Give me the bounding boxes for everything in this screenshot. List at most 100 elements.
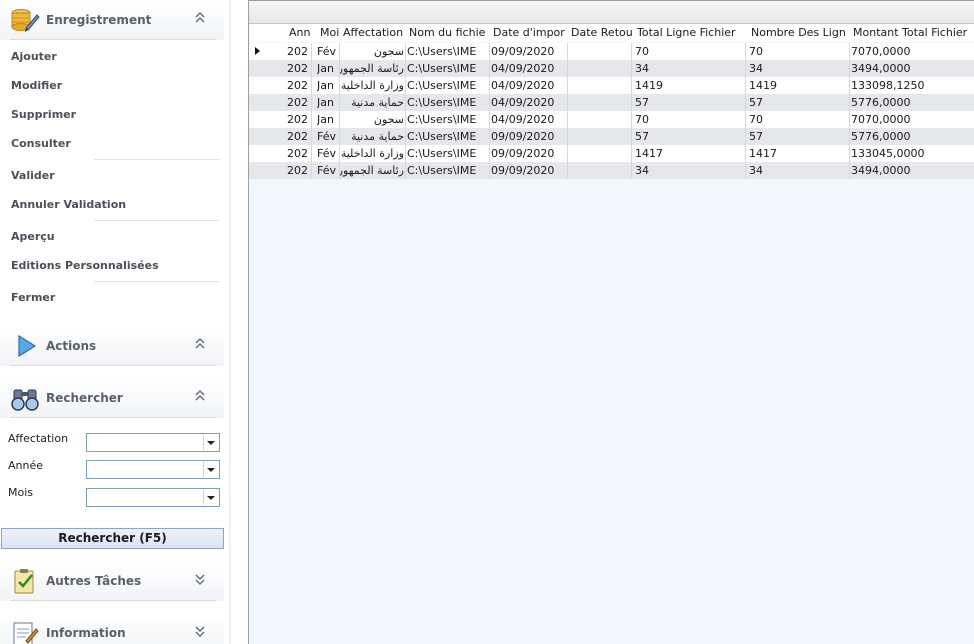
cell-nom-fichier[interactable]: C:\Users\IME (407, 113, 487, 127)
group-by-panel[interactable] (249, 0, 974, 24)
cell-total-ligne[interactable]: 34 (635, 62, 745, 76)
cell-montant-total[interactable]: 5776,0000 (851, 96, 973, 110)
cell-nom-fichier[interactable]: C:\Users\IME (407, 62, 487, 76)
cell-affectation[interactable]: رئاسة الجمهورية (340, 62, 404, 76)
cell-date-import[interactable]: 04/09/2020 (491, 62, 567, 76)
cell-date-retour[interactable] (569, 130, 631, 144)
cell-montant-total[interactable]: 7070,0000 (851, 113, 973, 127)
column-header-nombre-lignes[interactable]: Nombre Des Lign (751, 26, 851, 40)
menu-fermer[interactable]: Fermer (11, 291, 55, 304)
cell-date-retour[interactable] (569, 96, 631, 110)
section-header-enregistrement[interactable]: Enregistrement (0, 0, 224, 40)
data-grid[interactable]: Ann Moi Affectation Nom du fichie Date d… (248, 0, 974, 644)
chevron-down-icon[interactable] (203, 462, 218, 477)
cell-date-import[interactable]: 09/09/2020 (491, 147, 567, 161)
cell-nom-fichier[interactable]: C:\Users\IME (407, 130, 487, 144)
cell-montant-total[interactable]: 3494,0000 (851, 62, 973, 76)
menu-modifier[interactable]: Modifier (11, 79, 62, 92)
menu-supprimer[interactable]: Supprimer (11, 108, 76, 121)
cell-affectation[interactable]: وزارة الداخلية (340, 79, 404, 93)
cell-date-retour[interactable] (569, 79, 631, 93)
table-row[interactable]: 202 Fév وزارة الداخلية C:\Users\IME 09/09/20… (249, 145, 974, 162)
collapse-chevron-icon[interactable] (194, 389, 206, 405)
cell-annee[interactable]: 202 (287, 147, 311, 161)
cell-montant-total[interactable]: 5776,0000 (851, 130, 973, 144)
cell-mois[interactable]: Jan (317, 113, 339, 127)
cell-nom-fichier[interactable]: C:\Users\IME (407, 164, 487, 178)
cell-montant-total[interactable]: 3494,0000 (851, 164, 973, 178)
pane-splitter[interactable] (229, 0, 231, 644)
menu-annuler-validation[interactable]: Annuler Validation (11, 198, 126, 211)
column-header-total-ligne[interactable]: Total Ligne Fichier (637, 26, 747, 40)
table-row[interactable]: 202 Janرئاسة الجمهوريةC:\Users\IME 04/09/2… (249, 60, 974, 77)
cell-mois[interactable]: Jan (317, 96, 339, 110)
cell-annee[interactable]: 202 (287, 62, 311, 76)
menu-ajouter[interactable]: Ajouter (11, 50, 57, 63)
cell-montant-total[interactable]: 7070,0000 (851, 45, 973, 59)
menu-consulter[interactable]: Consulter (11, 137, 71, 150)
cell-nombre-lignes[interactable]: 57 (749, 130, 849, 144)
table-row[interactable]: 202 Févرئاسة الجمهوريةC:\Users\IME 09/09/2… (249, 162, 974, 179)
cell-total-ligne[interactable]: 57 (635, 96, 745, 110)
cell-nombre-lignes[interactable]: 1417 (749, 147, 849, 161)
cell-date-import[interactable]: 09/09/2020 (491, 45, 567, 59)
cell-date-import[interactable]: 04/09/2020 (491, 79, 567, 93)
mois-combo[interactable] (86, 488, 220, 507)
cell-affectation[interactable]: حماية مدنية (340, 96, 404, 110)
cell-nombre-lignes[interactable]: 70 (749, 45, 849, 59)
menu-valider[interactable]: Valider (11, 169, 55, 182)
table-row[interactable]: 202 Fév سجون C:\Users\IME 09/09/2020 70 70 7070… (249, 43, 974, 60)
cell-affectation[interactable]: سجون (340, 45, 404, 59)
cell-nom-fichier[interactable]: C:\Users\IME (407, 79, 487, 93)
chevron-down-icon[interactable] (203, 490, 218, 505)
cell-mois[interactable]: Jan (317, 62, 339, 76)
section-header-information[interactable]: Information (0, 613, 224, 644)
column-header-nom-fichier[interactable]: Nom du fichie (409, 26, 489, 40)
cell-nom-fichier[interactable]: C:\Users\IME (407, 96, 487, 110)
cell-affectation[interactable]: حماية مدنية (340, 130, 404, 144)
table-row[interactable]: 202 Jan وزارة الداخلية C:\Users\IME 04/09/20… (249, 77, 974, 94)
cell-mois[interactable]: Fév (317, 45, 339, 59)
cell-nom-fichier[interactable]: C:\Users\IME (407, 45, 487, 59)
cell-nombre-lignes[interactable]: 1419 (749, 79, 849, 93)
cell-total-ligne[interactable]: 34 (635, 164, 745, 178)
cell-total-ligne[interactable]: 70 (635, 45, 745, 59)
column-header-montant-total[interactable]: Montant Total Fichier (853, 26, 974, 40)
cell-date-retour[interactable] (569, 113, 631, 127)
cell-annee[interactable]: 202 (287, 113, 311, 127)
table-row[interactable]: 202 Fév حماية مدنية C:\Users\IME 09/09/2020 5… (249, 128, 974, 145)
cell-affectation[interactable]: رئاسة الجمهورية (340, 164, 404, 178)
cell-nom-fichier[interactable]: C:\Users\IME (407, 147, 487, 161)
cell-mois[interactable]: Fév (317, 147, 339, 161)
cell-total-ligne[interactable]: 57 (635, 130, 745, 144)
cell-total-ligne[interactable]: 1419 (635, 79, 745, 93)
cell-annee[interactable]: 202 (287, 45, 311, 59)
table-row[interactable]: 202 Jan سجون C:\Users\IME 04/09/2020 70 70 7070… (249, 111, 974, 128)
cell-montant-total[interactable]: 133098,1250 (851, 79, 973, 93)
column-header-annee[interactable]: Ann (289, 26, 313, 40)
search-button[interactable]: Rechercher (F5) (1, 528, 224, 549)
collapse-chevron-icon[interactable] (194, 337, 206, 353)
cell-date-retour[interactable] (569, 147, 631, 161)
cell-total-ligne[interactable]: 70 (635, 113, 745, 127)
annee-combo[interactable] (86, 460, 220, 479)
cell-date-import[interactable]: 09/09/2020 (491, 164, 567, 178)
cell-montant-total[interactable]: 133045,0000 (851, 147, 973, 161)
table-row[interactable]: 202 Jan حماية مدنية C:\Users\IME 04/09/2020 5… (249, 94, 974, 111)
cell-affectation[interactable]: وزارة الداخلية (340, 147, 404, 161)
menu-editions-personnalisees[interactable]: Editions Personnalisées (11, 259, 159, 272)
cell-mois[interactable]: Fév (317, 164, 339, 178)
cell-affectation[interactable]: سجون (340, 113, 404, 127)
section-header-autres-taches[interactable]: Autres Tâches (0, 561, 224, 601)
cell-nombre-lignes[interactable]: 70 (749, 113, 849, 127)
cell-date-import[interactable]: 04/09/2020 (491, 113, 567, 127)
cell-mois[interactable]: Fév (317, 130, 339, 144)
collapse-chevron-icon[interactable] (194, 11, 206, 27)
cell-annee[interactable]: 202 (287, 164, 311, 178)
section-header-actions[interactable]: Actions (0, 326, 224, 366)
column-header-affectation[interactable]: Affectation (343, 26, 405, 40)
section-header-rechercher[interactable]: Rechercher (0, 378, 224, 418)
cell-date-retour[interactable] (569, 164, 631, 178)
menu-apercu[interactable]: Aperçu (11, 230, 55, 243)
cell-annee[interactable]: 202 (287, 79, 311, 93)
